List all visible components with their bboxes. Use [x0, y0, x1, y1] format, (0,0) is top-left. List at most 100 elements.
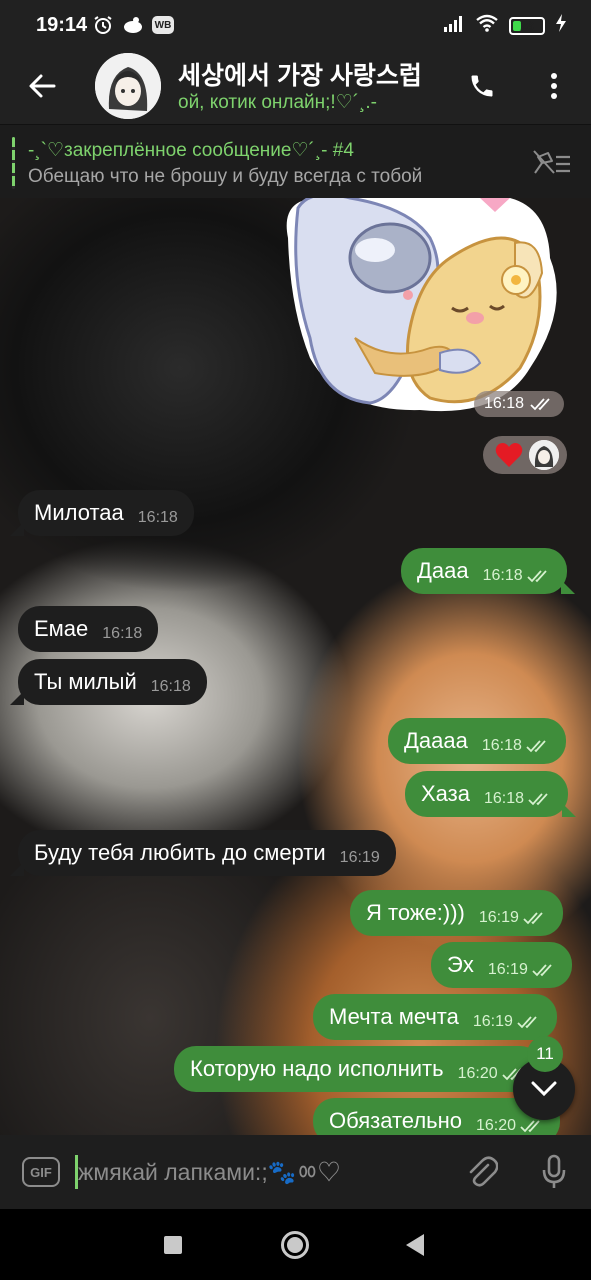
avatar[interactable]: [95, 53, 161, 119]
message-bubble[interactable]: Дааа 16:18: [401, 548, 575, 594]
message-text: Дааа: [417, 558, 469, 583]
sticker-timestamp: 16:18: [474, 391, 565, 417]
message-bubble[interactable]: Даааа 16:18: [388, 718, 566, 764]
message-text: Буду тебя любить до смерти: [34, 840, 326, 865]
chat-area[interactable]: 16:18 Милотаа 16:18 Дааа 16:18 Емае 16:1…: [0, 198, 591, 1135]
message-text: Обязательно: [329, 1108, 462, 1133]
message-time-text: 16:18: [150, 678, 191, 695]
message-text: Я тоже:))): [366, 900, 465, 925]
message-time: 16:19: [340, 849, 380, 867]
unpin-icon: [533, 150, 570, 174]
chat-status: ой, котик онлайн;!♡´¸.-: [178, 92, 377, 113]
microphone-icon: [542, 1154, 566, 1188]
message-time-text: 16:20: [476, 1117, 517, 1134]
pinned-text: Обещаю что не брошу и буду всегда с тобо…: [28, 166, 423, 187]
message-time: 16:19: [479, 909, 547, 927]
double-check-icon: [527, 570, 547, 583]
message-time-text: 16:19: [472, 1013, 513, 1030]
message-text: Милотаа: [34, 500, 124, 525]
unpin-button[interactable]: [530, 145, 574, 181]
message-time-text: 16:19: [339, 849, 380, 866]
more-vert-icon: [551, 73, 557, 99]
more-button[interactable]: [536, 66, 572, 106]
alarm-icon: [92, 14, 114, 36]
message-time-text: 16:18: [102, 625, 143, 642]
sticker-message[interactable]: [280, 198, 570, 416]
double-check-icon: [526, 740, 546, 753]
double-check-icon: [523, 912, 543, 925]
message-bubble[interactable]: Эх 16:19: [431, 942, 572, 988]
message-bubble[interactable]: Буду тебя любить до смерти 16:19: [10, 830, 396, 876]
signal-icon: [443, 14, 465, 37]
message-time-text: 16:20: [457, 1065, 498, 1082]
phone-icon: [471, 75, 493, 97]
pinned-indicator: [12, 137, 15, 189]
message-text: Эх: [447, 952, 474, 977]
wb-icon: WB: [152, 16, 174, 34]
message-text: Емае: [34, 616, 89, 641]
double-check-icon: [517, 1016, 537, 1029]
message-time: 16:18: [483, 567, 551, 585]
pinned-message[interactable]: -¸`♡закреплённое сообщение♡´¸- #4 Обещаю…: [0, 124, 591, 198]
heart-icon[interactable]: [495, 442, 523, 468]
system-nav-bar: [0, 1209, 591, 1280]
double-check-icon: [532, 964, 552, 977]
clock: 19:14: [36, 14, 88, 36]
message-time-text: 16:19: [478, 909, 519, 926]
message-text: Хаза: [421, 781, 470, 806]
message-text: Ты милый: [34, 669, 137, 694]
message-time-text: 16:18: [483, 790, 525, 807]
message-text: Которую надо исполнить: [190, 1056, 444, 1081]
message-text: Мечта мечта: [329, 1004, 459, 1029]
home-button[interactable]: [281, 1231, 309, 1259]
status-bar: 19:14 WB 28: [0, 0, 591, 52]
gif-button[interactable]: GIF: [22, 1157, 60, 1187]
back-button[interactable]: [22, 66, 62, 106]
message-composer: GIF: [0, 1135, 591, 1209]
system-back-button[interactable]: [406, 1234, 424, 1256]
battery-icon: 28: [509, 16, 545, 35]
cloud-icon: [122, 14, 144, 36]
message-time: 16:19: [473, 1013, 541, 1031]
message-text: Даааа: [404, 728, 468, 753]
charging-icon: [555, 14, 567, 37]
wifi-icon: [475, 14, 499, 37]
sticker-time-text: 16:18: [484, 395, 525, 412]
reactions[interactable]: [483, 436, 567, 474]
message-time: 16:19: [488, 961, 556, 979]
message-time: 16:18: [102, 625, 142, 643]
attach-button[interactable]: [462, 1152, 502, 1192]
message-input[interactable]: [78, 1153, 448, 1191]
message-time-text: 16:18: [481, 737, 522, 754]
message-time: 16:18: [151, 678, 191, 696]
message-bubble[interactable]: Емае 16:18: [18, 606, 159, 652]
message-time-text: 16:18: [482, 567, 523, 584]
double-check-icon: [530, 398, 550, 411]
pinned-title: -¸`♡закреплённое сообщение♡´¸- #4: [28, 140, 354, 161]
paperclip-icon: [469, 1156, 498, 1187]
message-time: 16:18: [484, 790, 552, 808]
message-time-text: 16:18: [137, 509, 178, 526]
home-icon: [287, 1237, 303, 1253]
message-time-text: 16:19: [487, 961, 528, 978]
reaction-avatar: [529, 440, 559, 470]
chevron-down-icon: [531, 1081, 557, 1097]
message-bubble[interactable]: Ты милый 16:18: [10, 659, 207, 705]
back-arrow-icon: [29, 74, 56, 98]
unread-count-badge[interactable]: 11: [527, 1036, 563, 1072]
battery-level: 28: [520, 18, 534, 33]
call-button[interactable]: [462, 66, 502, 106]
message-time: 16:18: [482, 737, 550, 755]
double-check-icon: [528, 793, 548, 806]
message-bubble[interactable]: Милотаа 16:18: [10, 490, 194, 536]
message-bubble[interactable]: Я тоже:))) 16:19: [350, 890, 563, 936]
message-time: 16:20: [476, 1117, 544, 1135]
message-bubble[interactable]: Которую надо исполнить 16:20: [174, 1046, 542, 1092]
message-time: 16:18: [138, 509, 178, 527]
recents-button[interactable]: [164, 1236, 182, 1254]
chat-title[interactable]: 세상에서 가장 사랑스럽: [178, 56, 458, 92]
message-bubble[interactable]: Хаза 16:18: [405, 771, 577, 817]
voice-record-button[interactable]: [534, 1150, 574, 1194]
message-bubble[interactable]: Мечта мечта 16:19: [313, 994, 557, 1040]
sticker-image: [286, 198, 557, 412]
